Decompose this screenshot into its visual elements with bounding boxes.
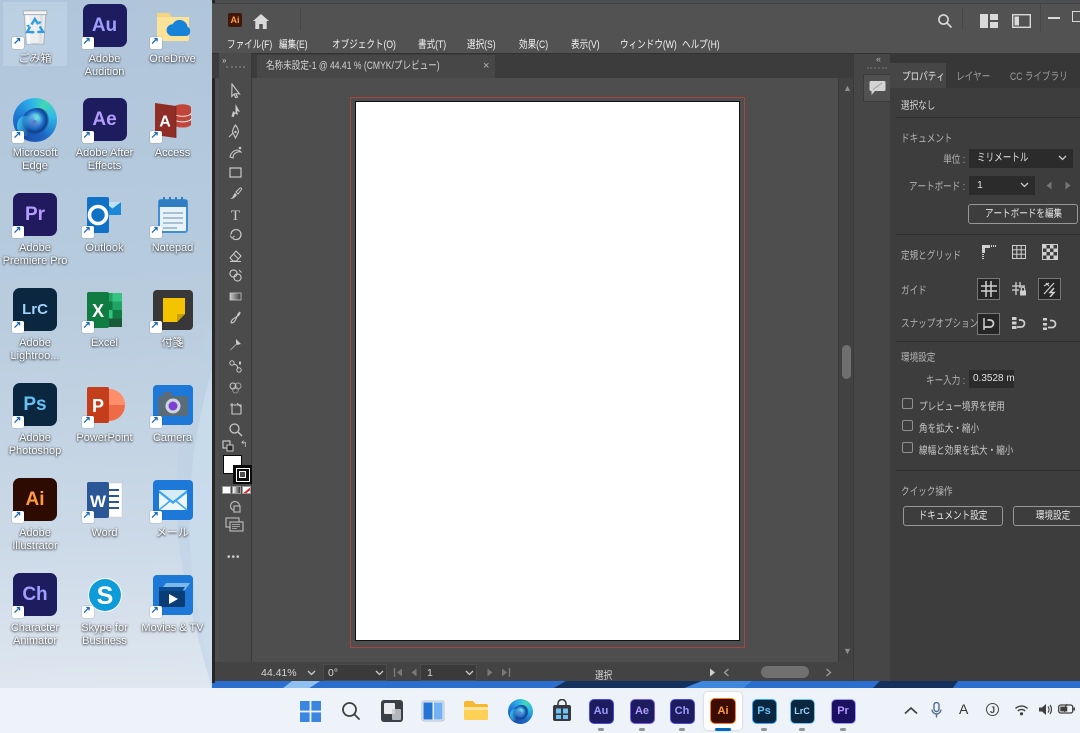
svg-text:T: T (231, 208, 240, 222)
svg-text:S: S (96, 582, 113, 610)
svg-text:P: P (91, 396, 103, 416)
svg-text:X: X (91, 301, 103, 321)
svg-text:A: A (159, 114, 171, 131)
svg-text:W: W (89, 492, 106, 511)
